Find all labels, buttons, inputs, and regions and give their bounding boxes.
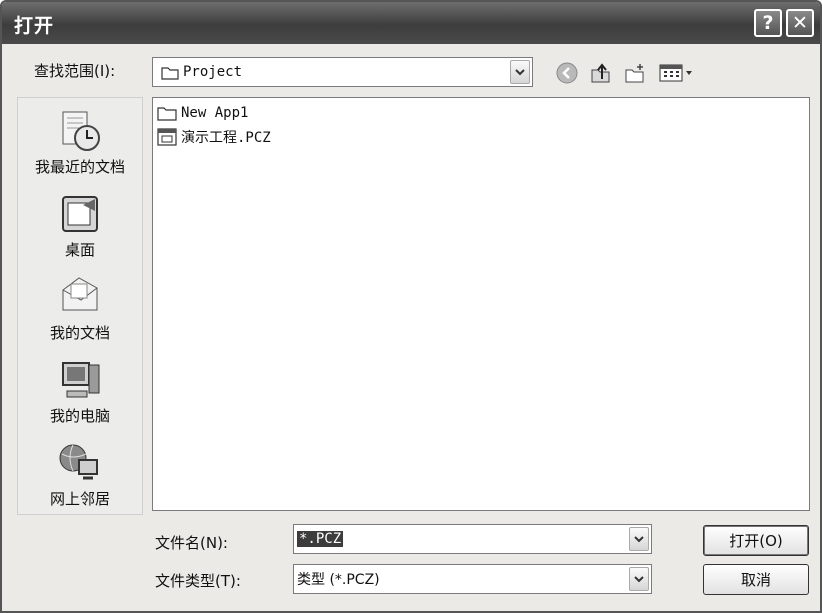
cancel-button[interactable]: 取消 (703, 564, 809, 595)
place-recent-documents[interactable]: 我最近的文档 (18, 108, 142, 177)
folder-icon (161, 67, 179, 80)
filetype-dropdown[interactable]: 类型 (*.PCZ) (293, 564, 652, 594)
place-network[interactable]: 网上邻居 (18, 440, 142, 509)
up-folder-button[interactable] (589, 61, 613, 85)
look-in-dropdown[interactable]: Project (152, 57, 533, 87)
new-folder-icon (625, 64, 644, 83)
network-places-icon (59, 444, 98, 480)
close-button[interactable]: ✕ (786, 9, 814, 37)
list-item[interactable]: New App1 (157, 103, 248, 123)
help-button[interactable]: ? (754, 9, 782, 37)
up-folder-icon (591, 63, 610, 83)
open-dialog: 打开 ? ✕ 查找范围(I): Project 我最近的文档 桌面 我的文档 我… (0, 0, 822, 613)
dialog-title: 打开 (14, 15, 55, 37)
place-label: 我的文档 (49, 324, 110, 342)
project-file-icon (157, 128, 177, 146)
place-label: 我的电脑 (49, 407, 110, 425)
file-name: New App1 (181, 105, 249, 121)
chevron-down-icon[interactable] (510, 60, 530, 84)
chevron-down-icon[interactable] (629, 527, 649, 551)
open-button[interactable]: 打开(O) (703, 525, 809, 556)
filename-value: *.PCZ (297, 531, 344, 547)
file-name: 演示工程.PCZ (181, 130, 271, 146)
back-icon (556, 62, 578, 84)
places-bar: 我最近的文档 桌面 我的文档 我的电脑 网上邻居 (17, 97, 143, 515)
my-computer-icon (62, 362, 100, 398)
place-label: 网上邻居 (49, 490, 110, 508)
list-item[interactable]: 演示工程.PCZ (157, 127, 271, 147)
folder-icon (157, 107, 177, 121)
filetype-label: 文件类型(T): (155, 572, 241, 590)
place-label: 我最近的文档 (34, 158, 125, 176)
look-in-value: Project (183, 64, 243, 80)
help-icon: ? (762, 11, 774, 34)
file-list[interactable]: New App1 演示工程.PCZ (152, 97, 810, 511)
view-menu-button[interactable] (658, 61, 694, 85)
filename-input[interactable]: *.PCZ (293, 524, 652, 554)
place-my-computer[interactable]: 我的电脑 (18, 357, 142, 426)
chevron-down-icon[interactable] (629, 567, 649, 591)
place-desktop[interactable]: 桌面 (18, 191, 142, 260)
desktop-icon (62, 196, 98, 232)
place-my-documents[interactable]: 我的文档 (18, 274, 142, 343)
filename-label: 文件名(N): (155, 534, 228, 552)
my-documents-icon (62, 277, 98, 311)
filetype-value: 类型 (*.PCZ) (297, 572, 380, 588)
title-bar[interactable]: 打开 ? ✕ (2, 2, 820, 44)
back-button[interactable] (555, 61, 579, 85)
place-label: 桌面 (64, 241, 95, 259)
new-folder-button[interactable] (623, 61, 647, 85)
look-in-label: 查找范围(I): (34, 62, 116, 80)
recent-documents-icon (62, 111, 100, 151)
close-icon: ✕ (792, 11, 808, 34)
view-menu-icon (659, 64, 692, 82)
